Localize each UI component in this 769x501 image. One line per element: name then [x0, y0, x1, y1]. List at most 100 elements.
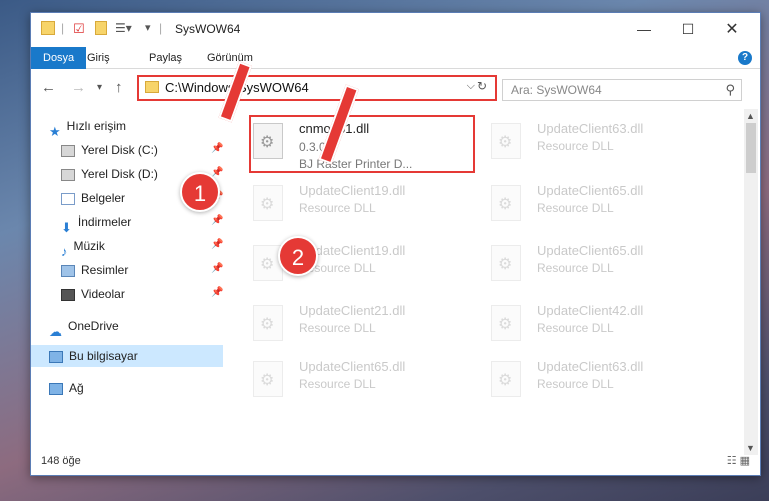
annotation-step-2: 2: [278, 236, 318, 276]
file-highlight-box: [249, 115, 475, 173]
search-input[interactable]: Ara: SysWOW64 ⚲: [502, 79, 742, 101]
sidebar-item-documents[interactable]: Belgeler: [61, 187, 125, 209]
help-icon[interactable]: ?: [738, 51, 752, 65]
file-name: UpdateClient19.dll: [299, 183, 406, 198]
sidebar-item-music[interactable]: ♪ Müzik: [61, 235, 105, 259]
item-count: 148 öğe: [41, 455, 81, 467]
file-item[interactable]: UpdateClient65.dll Resource DLL: [481, 177, 716, 233]
drive-icon: [61, 144, 75, 157]
recent-locations-icon[interactable]: ▾: [97, 82, 102, 93]
file-name: UpdateClient65.dll: [299, 359, 406, 374]
file-item[interactable]: UpdateClient65.dll Resource DLL: [243, 353, 478, 409]
file-description: Resource DLL: [537, 139, 614, 153]
download-icon: ⬇: [61, 219, 72, 235]
navigation-pane: ★ Hızlı erişim Yerel Disk (C:) 📌 Yerel Di…: [31, 109, 225, 449]
sidebar-item-downloads[interactable]: ⬇ İndirmeler: [61, 211, 131, 235]
maximize-button[interactable]: ☐: [666, 13, 710, 45]
dll-file-icon: [491, 305, 521, 341]
pictures-icon: [61, 264, 75, 277]
file-description: Resource DLL: [299, 201, 376, 215]
file-item[interactable]: UpdateClient63.dll Resource DLL: [481, 353, 716, 409]
forward-arrow-icon[interactable]: →: [71, 79, 86, 96]
folder-icon: [145, 81, 159, 93]
dll-file-icon: [491, 123, 521, 159]
close-button[interactable]: ✕: [710, 13, 754, 45]
file-description: Resource DLL: [299, 377, 376, 391]
sidebar-item-label: Videolar: [81, 287, 125, 301]
sidebar-item-label: Bu bilgisayar: [69, 349, 138, 363]
file-description: Resource DLL: [537, 261, 614, 275]
tab-home[interactable]: Giriş: [87, 47, 110, 69]
pin-icon[interactable]: 📌: [211, 263, 223, 274]
annotation-step-1: 1: [180, 172, 220, 212]
view-toggle-icons[interactable]: ☷ ▦: [727, 454, 750, 467]
pin-icon[interactable]: 📌: [211, 287, 223, 298]
network-icon: [49, 382, 63, 395]
file-item[interactable]: UpdateClient19.dll Resource DLL: [243, 237, 478, 293]
window-title: SysWOW64: [175, 22, 241, 36]
search-icon[interactable]: ⚲: [725, 82, 735, 98]
scroll-thumb[interactable]: [746, 123, 756, 173]
sidebar-item-pictures[interactable]: Resimler: [61, 259, 128, 281]
sidebar-item-network[interactable]: Ağ: [49, 377, 84, 399]
sidebar-item-label: Yerel Disk (C:): [81, 143, 158, 157]
navigation-bar: ← → ▾ ↑ C:\Windows\SysWOW64 ⌵ ↻ Ara: Sys…: [31, 71, 760, 105]
file-item[interactable]: UpdateClient63.dll Resource DLL: [481, 115, 716, 171]
dll-file-icon: [253, 305, 283, 341]
back-arrow-icon[interactable]: ←: [41, 79, 56, 96]
separator: |: [61, 21, 65, 35]
new-folder-icon[interactable]: [95, 21, 107, 35]
up-arrow-icon[interactable]: ↑: [115, 79, 123, 96]
chevron-down-icon[interactable]: ⌵: [467, 80, 475, 93]
sidebar-item-label: Resimler: [81, 263, 129, 277]
file-name: UpdateClient42.dll: [537, 303, 644, 318]
vertical-scrollbar[interactable]: ▲ ▼: [744, 109, 758, 455]
search-placeholder: Ara: SysWOW64: [511, 83, 602, 97]
file-item[interactable]: UpdateClient19.dll Resource DLL: [243, 177, 478, 233]
sidebar-item-label: Ağ: [69, 381, 84, 395]
file-description: Resource DLL: [299, 321, 376, 335]
tab-share[interactable]: Paylaş: [149, 47, 182, 69]
properties-icon[interactable]: ☑: [73, 21, 85, 37]
explorer-window: | ☑ ☰▾ ▾ | SysWOW64 — ☐ ✕ Dosya Giriş Pa…: [30, 12, 761, 476]
file-name: UpdateClient65.dll: [537, 183, 644, 198]
folder-icon: [41, 21, 55, 35]
address-bar[interactable]: C:\Windows\SysWOW64 ⌵ ↻: [137, 75, 497, 101]
sidebar-item-quick-access[interactable]: ★ Hızlı erişim: [49, 115, 126, 139]
sidebar-item-label: Müzik: [73, 239, 105, 253]
scroll-up-icon[interactable]: ▲: [746, 111, 755, 121]
sidebar-item-label: Yerel Disk (D:): [81, 167, 158, 181]
star-icon: ★: [49, 123, 61, 139]
sidebar-item-local-disk-c[interactable]: Yerel Disk (C:): [61, 139, 158, 161]
music-icon: ♪: [61, 243, 68, 259]
file-description: Resource DLL: [537, 201, 614, 215]
dll-file-icon: [253, 185, 283, 221]
sidebar-item-label: OneDrive: [68, 319, 119, 333]
sidebar-item-label: Hızlı erişim: [66, 119, 126, 133]
file-item[interactable]: UpdateClient65.dll Resource DLL: [481, 237, 716, 293]
cloud-icon: ☁: [49, 323, 62, 339]
pin-icon[interactable]: 📌: [211, 239, 223, 250]
refresh-icon[interactable]: ↻: [477, 79, 493, 97]
customize-toolbar-icon[interactable]: ☰▾: [115, 21, 132, 37]
title-bar: | ☑ ☰▾ ▾ | SysWOW64 — ☐ ✕: [31, 13, 760, 45]
sidebar-item-onedrive[interactable]: ☁ OneDrive: [49, 315, 119, 339]
sidebar-item-local-disk-d[interactable]: Yerel Disk (D:): [61, 163, 158, 185]
file-item[interactable]: UpdateClient42.dll Resource DLL: [481, 297, 716, 353]
tab-file[interactable]: Dosya: [31, 47, 87, 69]
scroll-down-icon[interactable]: ▼: [746, 443, 755, 453]
file-item[interactable]: UpdateClient21.dll Resource DLL: [243, 297, 478, 353]
sidebar-item-label: Belgeler: [81, 191, 126, 205]
pin-icon[interactable]: 📌: [211, 215, 223, 226]
pin-icon[interactable]: 📌: [211, 143, 223, 154]
file-name: UpdateClient21.dll: [299, 303, 406, 318]
computer-icon: [49, 350, 63, 363]
sidebar-item-this-pc[interactable]: Bu bilgisayar: [31, 345, 223, 367]
toolbar-dropdown-icon[interactable]: ▾: [145, 21, 151, 37]
drive-icon: [61, 168, 75, 181]
sidebar-item-videos[interactable]: Videolar: [61, 283, 125, 305]
dll-file-icon: [491, 185, 521, 221]
dll-file-icon: [253, 361, 283, 397]
file-description: Resource DLL: [537, 321, 614, 335]
minimize-button[interactable]: —: [622, 13, 666, 45]
